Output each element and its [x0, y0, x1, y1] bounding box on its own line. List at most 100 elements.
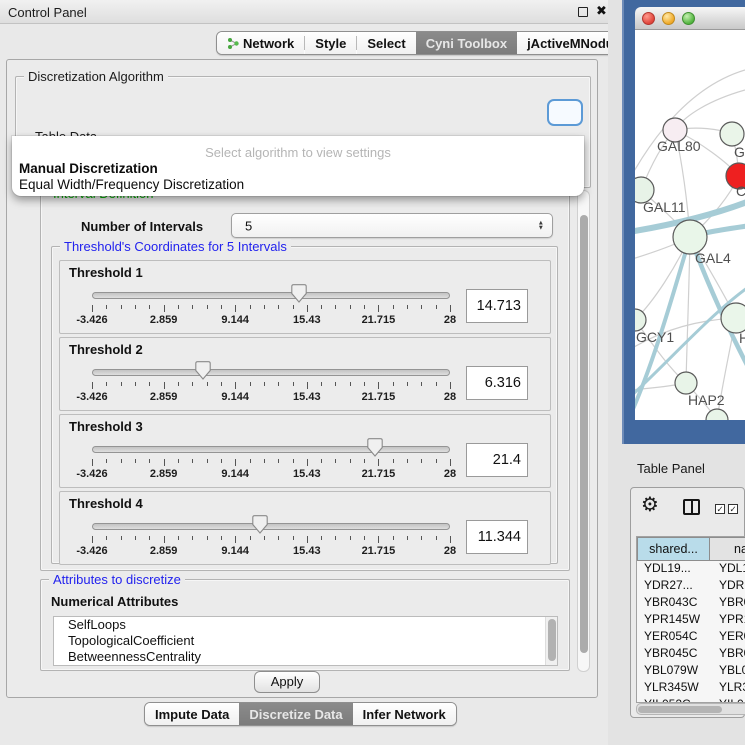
slider-tick-label: 21.715 — [348, 468, 408, 480]
network-graph[interactable]: GAL80GCGAL11GAL4GCY1HHAP2 — [635, 30, 745, 420]
tab-style[interactable]: Style — [305, 32, 356, 54]
slider-tick-label: -3.426 — [62, 468, 122, 480]
attribute-list-item[interactable]: BetweennessCentrality — [54, 649, 557, 665]
num-intervals-value: 5 — [245, 218, 252, 233]
slider-thumb[interactable] — [252, 515, 268, 534]
threshold-box-2: Threshold 2-3.4262.8599.14415.4321.71528… — [59, 337, 551, 411]
close-traffic-light-icon[interactable] — [642, 12, 655, 25]
cell-name: YBR0 — [710, 646, 745, 660]
attribute-list-item[interactable]: TopologicalCoefficient — [54, 633, 557, 649]
checkbox-icon[interactable]: ✓ — [715, 504, 725, 514]
threshold-slider-handle[interactable] — [367, 438, 383, 457]
attribute-list-item[interactable]: SelfLoops — [54, 617, 557, 633]
network-node-h[interactable] — [721, 303, 745, 333]
slider-tick — [92, 459, 93, 466]
table-row[interactable]: YER054CYER0 — [637, 629, 745, 646]
slider-tick — [421, 382, 422, 386]
slider-tick-label: 15.43 — [277, 468, 337, 480]
slider-tick-label: -3.426 — [62, 391, 122, 403]
vertical-scrollbar[interactable] — [577, 190, 590, 672]
tab-discretize-data[interactable]: Discretize Data — [239, 703, 352, 725]
float-window-icon[interactable] — [578, 7, 588, 17]
network-node-gcy1[interactable] — [635, 309, 646, 331]
close-icon[interactable]: ✖ — [596, 3, 607, 19]
minimize-traffic-light-icon[interactable] — [662, 12, 675, 25]
threshold-slider-handle[interactable] — [291, 284, 307, 303]
threshold-slider-handle[interactable] — [252, 515, 268, 534]
threshold-value-field[interactable]: 6.316 — [466, 366, 528, 400]
tab-network[interactable]: Network — [217, 32, 304, 54]
numerical-attributes-label: Numerical Attributes — [51, 594, 178, 609]
table-row[interactable]: YPR145WYPR1 — [637, 612, 745, 629]
table-row[interactable]: YDL19...YDL1 — [637, 561, 745, 578]
menu-item-manual-discretization[interactable]: Manual Discretization — [19, 161, 158, 176]
slider-tick — [450, 305, 451, 312]
scrollbar-thumb[interactable] — [580, 215, 588, 653]
threshold-value-field[interactable]: 21.4 — [466, 443, 528, 477]
algorithm-combo[interactable] — [547, 99, 583, 126]
slider-tick — [164, 305, 165, 312]
combo-spinner-icon[interactable]: ▲▼ — [538, 220, 544, 231]
tab-infer-network[interactable]: Infer Network — [353, 703, 456, 725]
threshold-slider-track[interactable] — [92, 523, 450, 530]
network-node[interactable] — [706, 409, 728, 420]
threshold-value-field[interactable]: 11.344 — [466, 520, 528, 554]
slider-tick — [106, 382, 107, 386]
threshold-label: Threshold 1 — [69, 265, 143, 280]
slider-tick — [378, 459, 379, 466]
slider-tick — [106, 459, 107, 463]
slider-tick — [407, 459, 408, 463]
slider-thumb[interactable] — [195, 361, 211, 380]
tab-label: Cyni Toolbox — [426, 36, 507, 51]
threshold-label: Threshold 3 — [69, 419, 143, 434]
threshold-slider-handle[interactable] — [195, 361, 211, 380]
table-row[interactable]: YBR045CYBR0 — [637, 646, 745, 663]
cell-name: YBL0 — [710, 663, 745, 677]
column-header-shared-name[interactable]: shared... — [637, 537, 710, 561]
network-node-hap2[interactable] — [675, 372, 697, 394]
tab-cyni-toolbox[interactable]: Cyni Toolbox — [416, 32, 517, 54]
list-scrollbar[interactable] — [545, 617, 557, 665]
cell-shared-name: YLR345W — [637, 680, 710, 694]
network-node-gal4[interactable] — [673, 220, 707, 254]
horizontal-scrollbar[interactable] — [636, 703, 745, 715]
network-node-g[interactable] — [720, 122, 744, 146]
threshold-slider-track[interactable] — [92, 369, 450, 376]
network-window-titlebar[interactable] — [635, 7, 745, 30]
slider-tick — [436, 305, 437, 309]
apply-button[interactable]: Apply — [254, 671, 320, 693]
column-header-name[interactable]: na — [709, 537, 745, 561]
table-row[interactable]: YBR043CYBR0 — [637, 595, 745, 612]
slider-tick — [235, 459, 236, 466]
threshold-box-3: Threshold 3-3.4262.8599.14415.4321.71528… — [59, 414, 551, 488]
slider-tick — [293, 459, 294, 463]
slider-tick — [407, 382, 408, 386]
table-row[interactable]: YLR345WYLR3 — [637, 680, 745, 697]
threshold-slider-track[interactable] — [92, 292, 450, 299]
scrollbar-thumb[interactable] — [638, 706, 722, 713]
tab-select[interactable]: Select — [357, 32, 415, 54]
threshold-slider-track[interactable] — [92, 446, 450, 453]
table-row[interactable]: YBL079WYBL0 — [637, 663, 745, 680]
slider-tick — [207, 536, 208, 540]
slider-tick-label: 15.43 — [277, 391, 337, 403]
network-canvas[interactable]: GAL80GCGAL11GAL4GCY1HHAP2 — [635, 30, 745, 420]
slider-tick — [250, 305, 251, 309]
checkbox-icon[interactable]: ✓ — [728, 504, 738, 514]
split-columns-icon[interactable] — [683, 499, 700, 515]
num-intervals-combo[interactable]: 5 ▲▼ — [231, 213, 553, 238]
slider-thumb[interactable] — [291, 284, 307, 303]
cell-name: YDL1 — [710, 561, 745, 575]
slider-tick — [293, 305, 294, 309]
threshold-value-field[interactable]: 14.713 — [466, 289, 528, 323]
menu-item-equal-width-frequency[interactable]: Equal Width/Frequency Discretization — [19, 177, 244, 192]
table-row[interactable]: YDR27...YDR2 — [637, 578, 745, 595]
slider-thumb[interactable] — [367, 438, 383, 457]
numerical-attributes-list[interactable]: SelfLoopsTopologicalCoefficientBetweenne… — [53, 616, 558, 666]
cell-name: YLR3 — [710, 680, 745, 694]
gear-icon[interactable]: ⚙ — [641, 492, 659, 517]
tab-impute-data[interactable]: Impute Data — [145, 703, 239, 725]
slider-tick — [421, 536, 422, 540]
tab-label: Network — [243, 36, 294, 51]
zoom-traffic-light-icon[interactable] — [682, 12, 695, 25]
